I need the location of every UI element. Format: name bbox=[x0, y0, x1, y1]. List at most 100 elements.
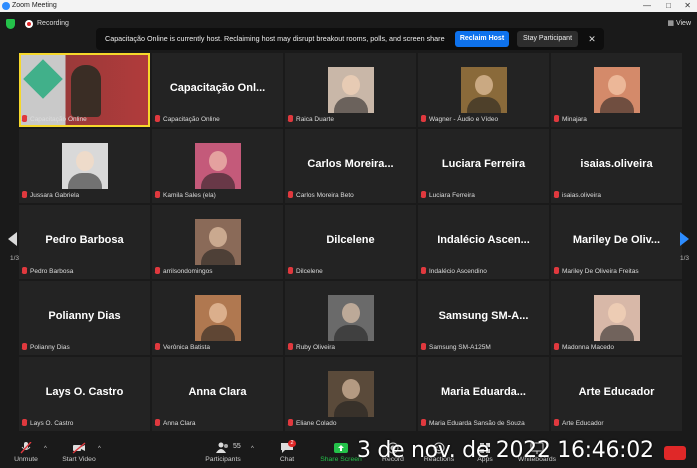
participant-tile[interactable]: Samsung SM-A... Samsung SM-A125M bbox=[418, 281, 549, 355]
participant-name-text: Dilcelene bbox=[296, 268, 323, 275]
avatar-head-shape bbox=[209, 303, 227, 323]
participant-tile[interactable]: Carlos Moreira... Carlos Moreira Beto bbox=[285, 129, 416, 203]
view-label: View bbox=[675, 20, 691, 27]
security-shield-icon[interactable] bbox=[6, 19, 15, 29]
avatar-head-shape bbox=[209, 151, 227, 171]
end-meeting-button[interactable] bbox=[662, 438, 688, 468]
participant-tile[interactable]: Polianny Dias Polianny Dias bbox=[19, 281, 150, 355]
participant-avatar-photo bbox=[594, 295, 640, 341]
chat-badge: 2 bbox=[288, 440, 296, 447]
avatar-body-shape bbox=[334, 325, 368, 341]
participant-name-label: Anna Clara bbox=[155, 419, 196, 428]
participant-name-label: Indalécio Ascendino bbox=[421, 267, 487, 276]
participant-name-text: Madonna Macedo bbox=[562, 344, 615, 351]
participant-tile[interactable]: Maria Eduarda... Maria Eduarda Sansão de … bbox=[418, 357, 549, 431]
participant-tile[interactable]: Mariley De Oliv... Mariley De Oliveira Fr… bbox=[551, 205, 682, 279]
participant-tile[interactable]: Jussara Gabriela bbox=[19, 129, 150, 203]
participant-tile[interactable]: Verônica Batista bbox=[152, 281, 283, 355]
participant-name-label: Ruby Oliveira bbox=[288, 343, 335, 352]
participant-tile[interactable]: Kamila Sales (ela) bbox=[152, 129, 283, 203]
participant-name-text: Minajara bbox=[562, 116, 587, 123]
presenter-figure bbox=[71, 65, 101, 117]
participant-avatar-photo bbox=[195, 295, 241, 341]
participant-tile[interactable]: Dilcelene Dilcelene bbox=[285, 205, 416, 279]
participant-name-label: Jussara Gabriela bbox=[22, 191, 79, 200]
participant-name-display: Carlos Moreira... bbox=[307, 158, 394, 170]
participant-tile[interactable]: arrilsondomingos bbox=[152, 205, 283, 279]
avatar-body-shape bbox=[68, 173, 102, 189]
participant-tile[interactable]: Eliane Colado bbox=[285, 357, 416, 431]
muted-mic-icon bbox=[288, 419, 293, 426]
participant-tile[interactable]: isaias.oliveira isaias.oliveira bbox=[551, 129, 682, 203]
participant-name-label: Madonna Macedo bbox=[554, 343, 614, 352]
video-logo-shape bbox=[23, 59, 63, 99]
unmute-button[interactable]: Unmute bbox=[6, 438, 46, 468]
participant-name-display: Indalécio Ascen... bbox=[437, 234, 530, 246]
participant-tile[interactable]: Minajara bbox=[551, 53, 682, 127]
avatar-body-shape bbox=[600, 97, 634, 113]
participant-name-display: Anna Clara bbox=[188, 386, 247, 398]
recording-icon bbox=[25, 20, 33, 28]
avatar-body-shape bbox=[201, 173, 235, 189]
chat-button[interactable]: 2 Chat bbox=[272, 438, 302, 468]
recording-label: Recording bbox=[37, 20, 69, 27]
participants-options-caret[interactable]: ^ bbox=[251, 446, 254, 452]
close-window-button[interactable]: ✕ bbox=[684, 0, 691, 12]
muted-mic-icon bbox=[288, 343, 293, 350]
close-banner-button[interactable]: ✕ bbox=[586, 31, 598, 47]
participant-tile[interactable]: Lays O. Castro Lays O. Castro bbox=[19, 357, 150, 431]
participant-name-text: isaias.oliveira bbox=[562, 192, 602, 199]
participant-avatar-photo bbox=[195, 219, 241, 265]
start-video-button[interactable]: Start Video bbox=[56, 438, 102, 468]
participants-button[interactable]: 55 Participants bbox=[198, 438, 248, 468]
muted-mic-icon bbox=[22, 115, 27, 122]
participant-name-text: Ruby Oliveira bbox=[296, 344, 336, 351]
participant-tile[interactable]: Capacitação Online bbox=[19, 53, 150, 127]
participant-tile[interactable]: Ruby Oliveira bbox=[285, 281, 416, 355]
participant-name-label: Carlos Moreira Beto bbox=[288, 191, 354, 200]
host-notice-banner: Capacitação Online is currently host. Re… bbox=[96, 28, 604, 50]
view-button[interactable]: ▦ View bbox=[667, 18, 691, 30]
avatar-head-shape bbox=[475, 75, 493, 95]
muted-mic-icon bbox=[554, 267, 559, 274]
participant-name-display: Capacitação Onl... bbox=[169, 82, 266, 94]
participant-name-label: arrilsondomingos bbox=[155, 267, 213, 276]
participant-name-display: Luciara Ferreira bbox=[441, 158, 526, 170]
participant-name-text: Kamila Sales (ela) bbox=[163, 192, 216, 199]
participant-tile[interactable]: Pedro Barbosa Pedro Barbosa bbox=[19, 205, 150, 279]
next-page-arrow-icon[interactable] bbox=[680, 232, 689, 246]
maximize-button[interactable]: □ bbox=[666, 0, 671, 12]
participant-tile[interactable]: Wagner - Áudio e Vídeo bbox=[418, 53, 549, 127]
participant-name-label: Arte Educador bbox=[554, 419, 604, 428]
prev-page-arrow-icon[interactable] bbox=[8, 232, 17, 246]
minimize-button[interactable]: — bbox=[643, 0, 651, 12]
participants-label: Participants bbox=[205, 456, 241, 463]
audio-options-caret[interactable]: ^ bbox=[44, 446, 47, 452]
participant-avatar-photo bbox=[62, 143, 108, 189]
reclaim-host-button[interactable]: Reclaim Host bbox=[455, 31, 509, 47]
window-title: Zoom Meeting bbox=[12, 2, 57, 9]
participant-tile[interactable]: Arte Educador Arte Educador bbox=[551, 357, 682, 431]
muted-mic-icon bbox=[288, 191, 293, 198]
participant-name-text: Arte Educador bbox=[562, 420, 604, 427]
participant-tile[interactable]: Indalécio Ascen... Indalécio Ascendino bbox=[418, 205, 549, 279]
participant-name-display: Pedro Barbosa bbox=[45, 234, 124, 246]
participant-tile[interactable]: Madonna Macedo bbox=[551, 281, 682, 355]
muted-mic-icon bbox=[155, 115, 160, 122]
participant-name-label: Raica Duarte bbox=[288, 115, 334, 124]
participant-name-text: Anna Clara bbox=[163, 420, 196, 427]
share-screen-icon bbox=[334, 442, 348, 454]
participant-tile[interactable]: Luciara Ferreira Luciara Ferreira bbox=[418, 129, 549, 203]
participant-name-display: Samsung SM-A... bbox=[438, 310, 529, 322]
participant-tile[interactable]: Anna Clara Anna Clara bbox=[152, 357, 283, 431]
participant-tile[interactable]: Capacitação Onl... Capacitação Online bbox=[152, 53, 283, 127]
participant-avatar-photo bbox=[461, 67, 507, 113]
participant-name-label: Wagner - Áudio e Vídeo bbox=[421, 115, 498, 124]
muted-mic-icon bbox=[22, 267, 27, 274]
participant-tile[interactable]: Raica Duarte bbox=[285, 53, 416, 127]
stay-participant-button[interactable]: Stay Participant bbox=[517, 31, 578, 47]
muted-mic-icon bbox=[421, 115, 426, 122]
video-options-caret[interactable]: ^ bbox=[98, 446, 101, 452]
participant-name-display: Dilcelene bbox=[326, 234, 375, 246]
avatar-body-shape bbox=[201, 325, 235, 341]
